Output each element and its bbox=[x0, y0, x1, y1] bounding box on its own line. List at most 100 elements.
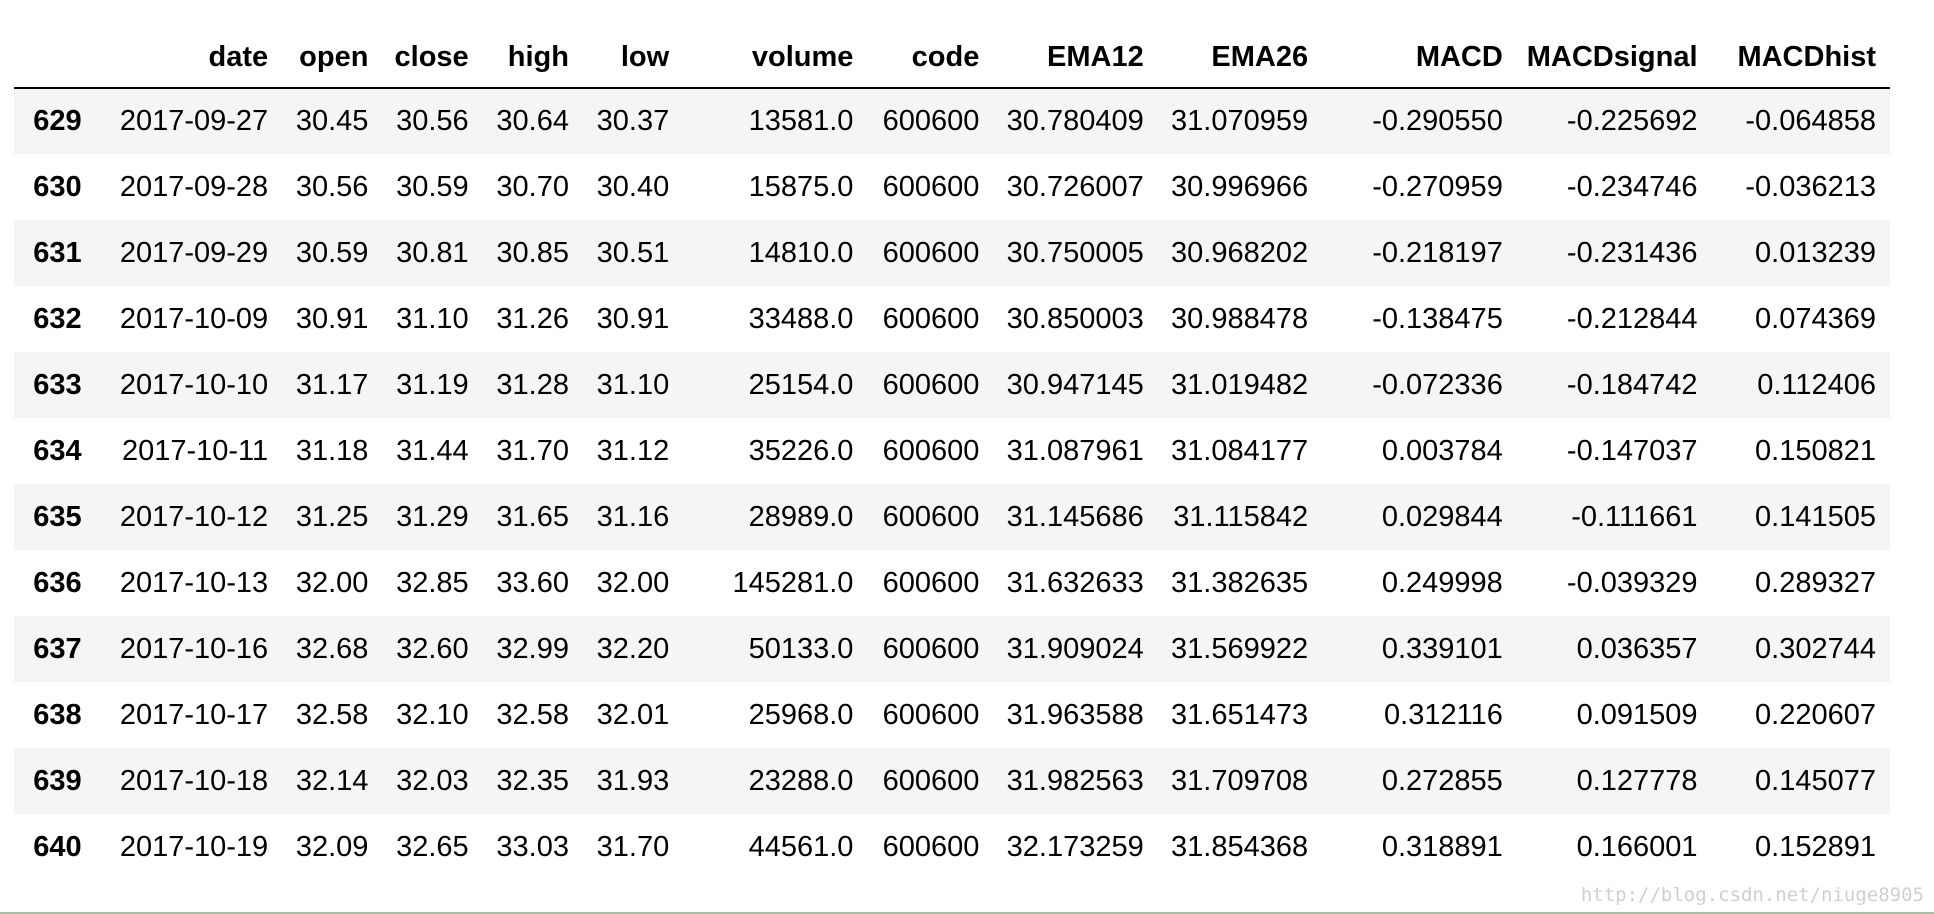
index-column-header bbox=[14, 28, 96, 89]
cell-ema26: 30.988478 bbox=[1171, 302, 1309, 335]
cell-ema12: 30.726007 bbox=[1006, 170, 1144, 203]
row-index: 632 bbox=[33, 302, 82, 335]
cell-macdhist: 0.141505 bbox=[1755, 500, 1876, 533]
table-body: 629 2017-09-27 30.45 30.56 30.64 30.37 13581.0… bbox=[14, 88, 1890, 880]
cell-macd: 0.249998 bbox=[1381, 566, 1503, 599]
cell-low: 30.37 bbox=[596, 105, 670, 137]
table-row: 640 2017-10-19 32.09 32.65 33.03 31.70 44561.0… bbox=[14, 814, 1890, 880]
column-header-high: high bbox=[482, 28, 583, 89]
cell-high: 31.28 bbox=[496, 368, 569, 401]
cell-volume: 44561.0 bbox=[748, 830, 854, 863]
cell-code: 600600 bbox=[882, 170, 980, 203]
cell-code: 600600 bbox=[882, 830, 980, 863]
cell-macd: -0.290550 bbox=[1372, 105, 1503, 137]
cell-close: 32.03 bbox=[396, 764, 469, 797]
cell-code: 600600 bbox=[882, 105, 980, 137]
cell-date: 2017-09-28 bbox=[119, 170, 269, 203]
cell-code: 600600 bbox=[882, 302, 980, 335]
cell-date: 2017-10-13 bbox=[119, 566, 269, 599]
cell-date: 2017-09-29 bbox=[119, 236, 269, 269]
cell-macdsignal: 0.166001 bbox=[1576, 830, 1698, 863]
cell-ema26: 31.070959 bbox=[1171, 105, 1309, 137]
cell-ema26: 31.019482 bbox=[1171, 368, 1309, 401]
row-index: 631 bbox=[33, 236, 82, 269]
row-index: 630 bbox=[33, 170, 82, 203]
cell-close: 31.10 bbox=[396, 302, 469, 335]
cell-code: 600600 bbox=[882, 764, 980, 797]
cell-macdsignal: 0.091509 bbox=[1576, 698, 1698, 731]
cell-volume: 14810.0 bbox=[748, 236, 854, 269]
cell-open: 31.17 bbox=[295, 368, 369, 401]
cell-macdhist: -0.064858 bbox=[1745, 105, 1876, 137]
cell-low: 31.16 bbox=[596, 500, 670, 533]
table-row: 636 2017-10-13 32.00 32.85 33.60 32.00 145281.… bbox=[14, 550, 1890, 616]
cell-macd: 0.272855 bbox=[1381, 764, 1503, 797]
cell-ema26: 31.854368 bbox=[1171, 830, 1309, 863]
cell-macd: -0.218197 bbox=[1372, 236, 1503, 269]
cell-ema12: 31.145686 bbox=[1006, 500, 1144, 533]
cell-close: 32.65 bbox=[396, 830, 469, 863]
cell-ema12: 30.850003 bbox=[1006, 302, 1144, 335]
cell-ema26: 30.996966 bbox=[1171, 170, 1309, 203]
cell-open: 31.18 bbox=[295, 434, 369, 467]
cell-open: 32.00 bbox=[295, 566, 369, 599]
row-index: 638 bbox=[33, 698, 82, 731]
cell-code: 600600 bbox=[882, 500, 980, 533]
cell-high: 32.58 bbox=[496, 698, 569, 731]
cell-macdhist: 0.302744 bbox=[1755, 632, 1876, 665]
row-index: 637 bbox=[33, 632, 82, 665]
cell-ema26: 31.569922 bbox=[1171, 632, 1309, 665]
table-row: 630 2017-09-28 30.56 30.59 30.70 30.40 15875.0… bbox=[14, 154, 1890, 220]
cell-low: 32.00 bbox=[596, 566, 670, 599]
column-header-date: date bbox=[95, 28, 283, 89]
cell-open: 31.25 bbox=[295, 500, 369, 533]
row-index: 640 bbox=[33, 830, 82, 863]
cell-code: 600600 bbox=[882, 632, 980, 665]
cell-volume: 33488.0 bbox=[748, 302, 854, 335]
cell-ema26: 31.382635 bbox=[1171, 566, 1309, 599]
cell-date: 2017-10-11 bbox=[121, 434, 269, 467]
cell-date: 2017-10-10 bbox=[119, 368, 269, 401]
cell-low: 30.91 bbox=[596, 302, 670, 335]
cell-macdsignal: -0.147037 bbox=[1566, 434, 1698, 467]
column-header-open: open bbox=[282, 28, 383, 89]
column-header-low: low bbox=[582, 28, 684, 89]
cell-macdsignal: -0.111661 bbox=[1571, 500, 1698, 533]
cell-close: 30.81 bbox=[396, 236, 469, 269]
cell-open: 30.45 bbox=[295, 105, 369, 137]
cell-macdsignal: -0.039329 bbox=[1566, 566, 1698, 599]
cell-high: 30.64 bbox=[496, 105, 569, 137]
cell-macd: 0.312116 bbox=[1384, 698, 1503, 731]
cell-macdhist: 0.152891 bbox=[1755, 830, 1876, 863]
cell-high: 33.03 bbox=[496, 830, 569, 863]
cell-macdhist: 0.289327 bbox=[1755, 566, 1876, 599]
cell-macdhist: 0.145077 bbox=[1755, 764, 1876, 797]
cell-date: 2017-10-17 bbox=[119, 698, 269, 731]
cell-volume: 15875.0 bbox=[748, 170, 854, 203]
cell-high: 31.26 bbox=[496, 302, 569, 335]
cell-open: 30.56 bbox=[295, 170, 369, 203]
cell-close: 31.29 bbox=[396, 500, 469, 533]
cell-volume: 28989.0 bbox=[748, 500, 854, 533]
cell-ema26: 31.709708 bbox=[1171, 764, 1309, 797]
cell-ema12: 30.780409 bbox=[1006, 105, 1144, 137]
cell-ema12: 31.982563 bbox=[1006, 764, 1144, 797]
cell-macdhist: 0.013239 bbox=[1755, 236, 1876, 269]
dataframe-output: date open close high low volume code EMA12 EMA26… bbox=[14, 28, 1890, 880]
cell-ema12: 30.750005 bbox=[1006, 236, 1144, 269]
table-row: 632 2017-10-09 30.91 31.10 31.26 30.91 33488.0… bbox=[14, 286, 1890, 352]
cell-high: 31.65 bbox=[496, 500, 569, 533]
row-index: 636 bbox=[33, 566, 82, 599]
cell-close: 30.59 bbox=[396, 170, 469, 203]
cell-date: 2017-10-16 bbox=[119, 632, 269, 665]
row-index: 635 bbox=[33, 500, 82, 533]
watermark-url: http://blog.csdn.net/niuge8905 bbox=[1580, 884, 1924, 906]
cell-ema12: 31.087961 bbox=[1006, 434, 1144, 467]
cell-macdsignal: 0.127778 bbox=[1576, 764, 1698, 797]
column-header-macd: MACD bbox=[1322, 28, 1517, 89]
column-header-ema26: EMA26 bbox=[1157, 28, 1323, 89]
column-header-volume: volume bbox=[683, 28, 868, 89]
table-row: 639 2017-10-18 32.14 32.03 32.35 31.93 23288.0… bbox=[14, 748, 1890, 814]
cell-date: 2017-10-18 bbox=[119, 764, 269, 797]
cell-high: 30.70 bbox=[496, 170, 569, 203]
